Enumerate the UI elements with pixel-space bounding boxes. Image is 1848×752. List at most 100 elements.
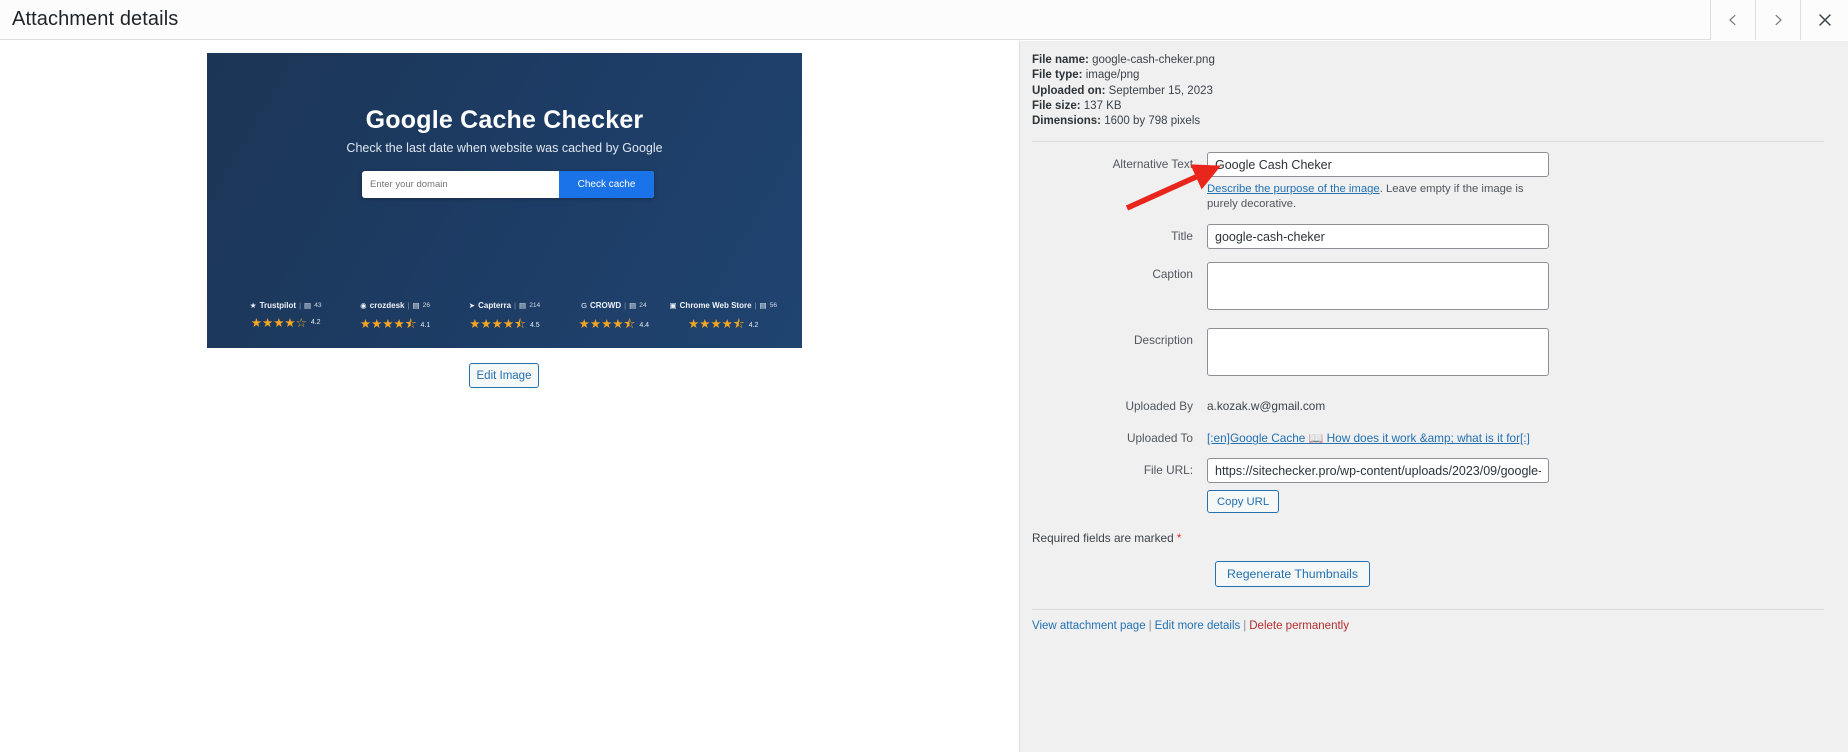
badge-review-count: 214 bbox=[529, 302, 541, 309]
previous-attachment-button[interactable] bbox=[1710, 0, 1755, 40]
next-attachment-button[interactable] bbox=[1755, 0, 1800, 40]
required-fields-text: Required fields are marked bbox=[1032, 531, 1177, 546]
meta-file-size: File size: 137 KB bbox=[1032, 99, 1824, 114]
badge-review-count: 26 bbox=[422, 302, 430, 309]
preview-domain-input[interactable] bbox=[362, 179, 559, 190]
footer-divider bbox=[1032, 609, 1824, 611]
review-count-icon: ▤ bbox=[519, 301, 527, 310]
field-uploaded-by: Uploaded By a.kozak.w@gmail.com bbox=[1032, 394, 1824, 413]
badge-name: CROWD bbox=[590, 301, 622, 310]
describe-purpose-link[interactable]: Describe the purpose of the image bbox=[1207, 183, 1380, 195]
capterra-icon: ➤ bbox=[468, 301, 476, 310]
star-icon: ★ bbox=[249, 301, 257, 310]
required-asterisk: * bbox=[1176, 531, 1182, 546]
badge-score: 4.2 bbox=[748, 322, 759, 329]
uploaded-to-link[interactable]: [:en]Google Cache 📖 How does it work &am… bbox=[1207, 431, 1530, 445]
crozdesk-icon: ◉ bbox=[360, 301, 367, 310]
preview-check-cache-button[interactable]: Check cache bbox=[559, 171, 654, 198]
meta-label: File size: bbox=[1032, 99, 1081, 112]
badge-divider: | bbox=[754, 301, 757, 310]
close-modal-button[interactable] bbox=[1800, 0, 1848, 40]
caption-textarea[interactable] bbox=[1207, 262, 1549, 311]
meta-label: File name: bbox=[1032, 54, 1089, 66]
badge-stars: ★★★★⯪ bbox=[359, 317, 417, 331]
meta-value: google-cash-cheker.png bbox=[1092, 54, 1215, 66]
badge-stars: ★★★★⯪ bbox=[469, 317, 526, 331]
attachment-image-preview: Google Cache Checker Check the last date… bbox=[207, 53, 802, 348]
close-icon bbox=[1817, 12, 1833, 28]
rating-badge: ◉ crozdesk | ▤ 26 ★★★★⯪ 4.1 bbox=[348, 301, 443, 336]
header-button-group bbox=[1710, 0, 1848, 40]
file-url-input[interactable] bbox=[1207, 458, 1549, 484]
meta-value: 137 KB bbox=[1083, 99, 1122, 112]
field-title: Title bbox=[1032, 224, 1824, 250]
preview-heading: Google Cache Checker bbox=[365, 106, 644, 134]
alternative-text-label: Alternative Text bbox=[1112, 157, 1193, 172]
review-count-icon: ▤ bbox=[759, 301, 767, 310]
badge-score: 4.4 bbox=[639, 322, 650, 329]
badge-score: 4.5 bbox=[529, 322, 540, 329]
metadata-divider bbox=[1032, 141, 1824, 143]
meta-label: Dimensions: bbox=[1032, 115, 1102, 128]
preview-rating-badges: ★ Trustpilot | ▤ 43 ★★★★☆ 4.2 ◉ crozdesk bbox=[207, 301, 802, 336]
review-count-icon: ▤ bbox=[629, 301, 637, 310]
badge-divider: | bbox=[514, 301, 516, 310]
badge-name: Chrome Web Store bbox=[679, 301, 752, 310]
badge-review-count: 43 bbox=[314, 302, 322, 309]
media-preview-pane: Google Cache Checker Check the last date… bbox=[0, 41, 1019, 752]
alternative-text-input[interactable] bbox=[1207, 152, 1549, 178]
uploaded-by-label: Uploaded By bbox=[1125, 399, 1193, 414]
badge-name: Capterra bbox=[478, 301, 512, 310]
meta-file-type: File type: image/png bbox=[1032, 68, 1824, 83]
description-textarea[interactable] bbox=[1207, 328, 1549, 377]
title-label: Title bbox=[1171, 229, 1193, 244]
meta-label: Uploaded on: bbox=[1032, 84, 1106, 97]
preview-search-row: Check cache bbox=[362, 171, 654, 198]
view-attachment-page-link[interactable]: View attachment page bbox=[1032, 620, 1146, 632]
footer-separator: | bbox=[1243, 620, 1247, 633]
caption-label: Caption bbox=[1152, 267, 1193, 282]
field-uploaded-to: Uploaded To [:en]Google Cache 📖 How does… bbox=[1032, 426, 1824, 445]
modal-header: Attachment details bbox=[0, 0, 1848, 40]
footer-separator: | bbox=[1148, 620, 1152, 633]
rating-badge: ▣ Chrome Web Store | ▤ 56 ★★★★⯪ 4.2 bbox=[669, 301, 777, 336]
edit-image-button[interactable]: Edit Image bbox=[469, 363, 539, 388]
review-count-icon: ▤ bbox=[412, 301, 420, 310]
badge-stars: ★★★★☆ bbox=[250, 316, 307, 330]
required-fields-note: Required fields are marked * bbox=[1032, 531, 1824, 545]
badge-review-count: 56 bbox=[769, 302, 778, 309]
review-count-icon: ▤ bbox=[304, 301, 312, 310]
chrome-store-icon: ▣ bbox=[669, 301, 677, 310]
field-description: Description bbox=[1032, 328, 1824, 381]
badge-stars: ★★★★⯪ bbox=[578, 317, 636, 331]
uploaded-to-value: [:en]Google Cache 📖 How does it work &am… bbox=[1207, 426, 1627, 445]
preview-subheading: Check the last date when website was cac… bbox=[346, 141, 663, 155]
regenerate-thumbnails-button[interactable]: Regenerate Thumbnails bbox=[1215, 561, 1371, 588]
delete-permanently-link[interactable]: Delete permanently bbox=[1249, 620, 1349, 632]
badge-name: crozdesk bbox=[369, 301, 405, 310]
meta-uploaded-on: Uploaded on: September 15, 2023 bbox=[1032, 84, 1824, 99]
copy-url-button[interactable]: Copy URL bbox=[1207, 490, 1280, 514]
badge-divider: | bbox=[624, 301, 627, 310]
chevron-left-icon bbox=[1726, 13, 1740, 27]
field-alternative-text: Alternative Text Describe the purpose of… bbox=[1032, 152, 1824, 211]
badge-score: 4.2 bbox=[310, 319, 321, 326]
footer-links: View attachment page | Edit more details | D… bbox=[1032, 620, 1824, 632]
meta-value: image/png bbox=[1085, 69, 1140, 82]
edit-more-details-link[interactable]: Edit more details bbox=[1155, 620, 1241, 632]
badge-divider: | bbox=[407, 301, 410, 310]
alternative-text-help: Describe the purpose of the image. Leave… bbox=[1207, 182, 1549, 211]
page-title: Attachment details bbox=[12, 8, 179, 30]
badge-score: 4.1 bbox=[420, 322, 431, 329]
uploaded-to-label: Uploaded To bbox=[1126, 431, 1193, 446]
badge-name: Trustpilot bbox=[259, 301, 297, 310]
field-file-url: File URL: Copy URL bbox=[1032, 458, 1824, 514]
attachment-details-modal: Attachment details Google Cache Checker bbox=[0, 0, 1848, 752]
attachment-metadata-list: File name: google-cash-cheker.png File t… bbox=[1032, 53, 1824, 129]
file-url-label: File URL: bbox=[1143, 463, 1193, 478]
description-label: Description bbox=[1133, 333, 1193, 348]
title-input[interactable] bbox=[1207, 224, 1549, 250]
rating-badge: ➤ Capterra | ▤ 214 ★★★★⯪ 4.5 bbox=[457, 301, 552, 336]
badge-stars: ★★★★⯪ bbox=[688, 317, 745, 331]
meta-value: 1600 by 798 pixels bbox=[1104, 115, 1201, 128]
